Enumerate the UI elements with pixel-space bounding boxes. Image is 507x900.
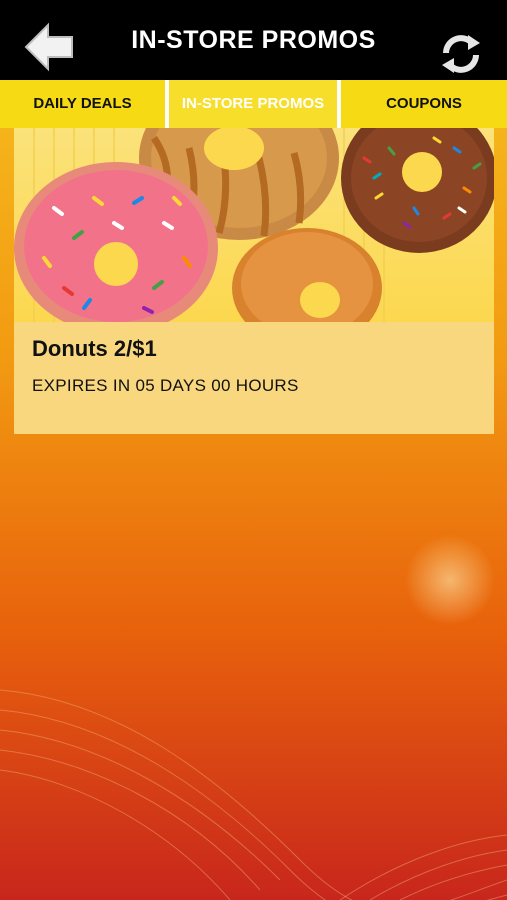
- promo-title: Donuts 2/$1: [32, 336, 157, 361]
- tab-bar: DAILY DEALS IN-STORE PROMOS COUPONS: [0, 80, 507, 128]
- background-wave-decoration: [0, 535, 507, 900]
- promo-info: Donuts 2/$1 EXPIRES IN 05 DAYS 00 HOURS: [14, 322, 494, 434]
- promo-card[interactable]: Donuts 2/$1 EXPIRES IN 05 DAYS 00 HOURS: [14, 128, 494, 434]
- glazed-donut: [232, 228, 382, 322]
- tab-daily-deals[interactable]: DAILY DEALS: [0, 80, 169, 128]
- tab-in-store-promos[interactable]: IN-STORE PROMOS: [169, 80, 341, 128]
- promo-expiry: EXPIRES IN 05 DAYS 00 HOURS: [32, 376, 299, 395]
- tab-coupons[interactable]: COUPONS: [341, 80, 507, 128]
- donuts-image: [14, 128, 494, 322]
- page-title: IN-STORE PROMOS: [131, 26, 376, 54]
- app-header: IN-STORE PROMOS: [0, 0, 507, 80]
- refresh-button[interactable]: [438, 31, 484, 77]
- refresh-icon: [442, 35, 480, 73]
